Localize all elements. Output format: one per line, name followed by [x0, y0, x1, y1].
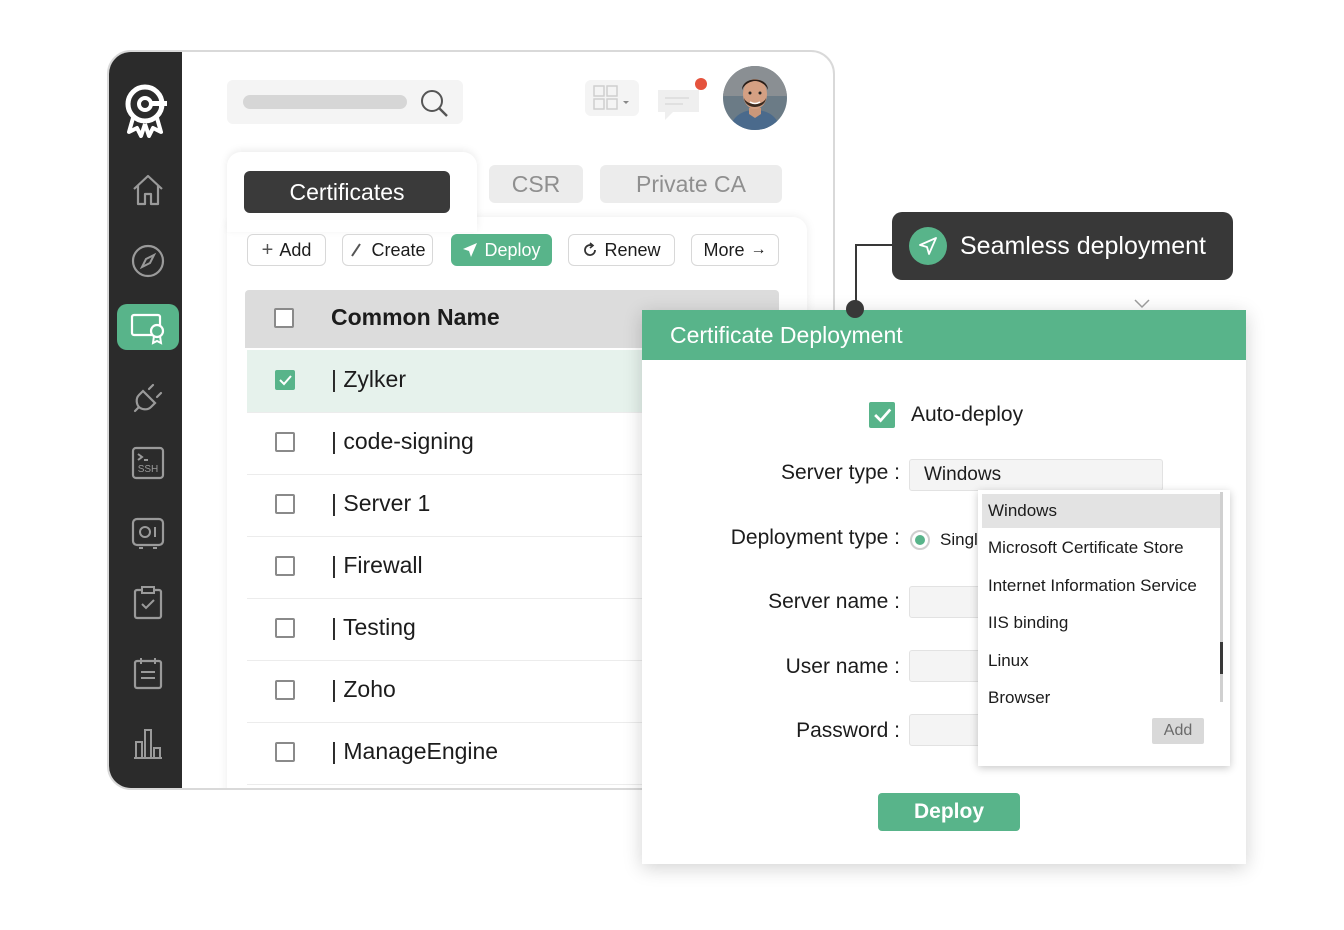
- sidebar-item-home[interactable]: [117, 167, 179, 213]
- avatar-image: [723, 66, 787, 130]
- bar-chart-icon: [134, 729, 162, 759]
- compass-icon: [131, 244, 165, 278]
- add-button-label: Add: [279, 239, 312, 260]
- row-checkbox[interactable]: [275, 432, 295, 452]
- search-placeholder-bar: [243, 95, 407, 109]
- row-checkbox[interactable]: [275, 680, 295, 700]
- check-icon: [279, 375, 292, 386]
- more-button[interactable]: More →: [691, 234, 779, 266]
- sidebar-item-tasks[interactable]: [117, 580, 179, 626]
- auto-deploy-checkbox[interactable]: [869, 402, 895, 428]
- tab-certificates[interactable]: Certificates: [244, 171, 450, 213]
- key-badge-logo-icon[interactable]: [123, 82, 169, 138]
- dropdown-add-button[interactable]: Add: [1152, 718, 1204, 744]
- column-header-common-name: Common Name: [331, 304, 500, 330]
- renew-button-label: Renew: [604, 239, 661, 260]
- dropdown-option[interactable]: Browser: [982, 681, 1222, 715]
- server-type-value: Windows: [924, 464, 1002, 485]
- deployment-type-radio[interactable]: [910, 530, 930, 550]
- dropdown-option[interactable]: Windows: [982, 494, 1222, 528]
- row-common-name: | code-signing: [331, 428, 474, 454]
- search-input[interactable]: [227, 80, 463, 124]
- feature-callout: Seamless deployment: [892, 212, 1233, 280]
- dropdown-option[interactable]: Internet Information Service: [982, 569, 1222, 603]
- device-icon: [131, 517, 165, 549]
- server-name-field[interactable]: [909, 586, 989, 618]
- row-common-name: | ManageEngine: [331, 738, 499, 764]
- deploy-toolbar-button[interactable]: Deploy: [451, 234, 552, 266]
- row-common-name: | Testing: [331, 614, 416, 640]
- refresh-icon: [584, 242, 597, 256]
- sidebar-item-devices[interactable]: [117, 510, 179, 556]
- dialog-title: Certificate Deployment: [642, 310, 1246, 360]
- plug-icon: [133, 383, 163, 413]
- pencil-icon: [351, 243, 362, 257]
- send-icon: [463, 243, 478, 257]
- notification-dot: [695, 78, 707, 90]
- server-type-select[interactable]: Windows: [909, 459, 1163, 491]
- password-label: Password :: [796, 719, 900, 742]
- callout-text: Seamless deployment: [960, 231, 1206, 260]
- deployment-type-value: Singl: [940, 530, 978, 549]
- callout-connector-dot: [846, 300, 864, 318]
- check-icon: [874, 408, 892, 423]
- add-button[interactable]: + Add: [247, 234, 326, 266]
- dropdown-option[interactable]: Linux: [982, 644, 1222, 678]
- auto-deploy-label: Auto-deploy: [911, 403, 1024, 426]
- password-field[interactable]: [909, 714, 989, 746]
- deploy-button[interactable]: Deploy: [878, 793, 1020, 831]
- grid-icon: [593, 85, 629, 110]
- server-type-dropdown: Windows Microsoft Certificate Store Inte…: [978, 490, 1230, 766]
- row-checkbox[interactable]: [275, 742, 295, 762]
- row-common-name: | Firewall: [331, 552, 423, 578]
- sidebar-item-explore[interactable]: [117, 238, 179, 284]
- select-all-checkbox[interactable]: [274, 308, 294, 328]
- tab-private-ca[interactable]: Private CA: [600, 165, 782, 203]
- apps-grid-button[interactable]: [585, 80, 639, 116]
- user-name-label: User name :: [785, 655, 900, 678]
- sidebar-item-schedule[interactable]: [117, 650, 179, 696]
- dropdown-scrollbar-thumb[interactable]: [1220, 642, 1223, 674]
- dropdown-option[interactable]: IIS binding: [982, 606, 1222, 640]
- row-common-name: | Server 1: [331, 490, 431, 516]
- certificate-deployment-dialog: Certificate Deployment Auto-deploy Serve…: [642, 299, 1246, 864]
- create-button[interactable]: Create: [342, 234, 433, 266]
- row-checkbox[interactable]: [275, 556, 295, 576]
- sidebar: SSH: [109, 52, 182, 788]
- renew-button[interactable]: Renew: [568, 234, 675, 266]
- clipboard-check-icon: [133, 586, 163, 620]
- row-common-name: | Zylker: [331, 366, 406, 392]
- certificate-icon: [130, 313, 165, 345]
- more-button-label: More: [703, 239, 745, 260]
- create-button-label: Create: [371, 239, 426, 260]
- server-name-label: Server name :: [768, 590, 900, 613]
- sidebar-item-integrations[interactable]: [117, 375, 179, 421]
- deployment-type-label: Deployment type :: [730, 526, 900, 549]
- home-icon: [133, 174, 163, 206]
- row-common-name: | Zoho: [331, 676, 396, 702]
- send-icon: [909, 227, 947, 265]
- user-name-field[interactable]: [909, 650, 989, 682]
- arrow-right-icon: →: [750, 241, 767, 258]
- server-type-label: Server type :: [780, 461, 900, 484]
- tab-csr[interactable]: CSR: [489, 165, 583, 203]
- callout-connector: [855, 244, 892, 310]
- sidebar-item-ssh[interactable]: SSH: [117, 440, 179, 486]
- sidebar-item-reports[interactable]: [117, 720, 179, 766]
- ssh-terminal-icon: SSH: [131, 446, 165, 480]
- row-checkbox[interactable]: [275, 370, 295, 390]
- plus-icon: +: [261, 238, 274, 261]
- deploy-toolbar-label: Deploy: [484, 239, 541, 260]
- svg-text:SSH: SSH: [138, 464, 159, 475]
- user-avatar[interactable]: [723, 66, 787, 130]
- calendar-list-icon: [133, 658, 163, 690]
- sidebar-item-certificates[interactable]: [117, 304, 179, 350]
- row-checkbox[interactable]: [275, 618, 295, 638]
- dropdown-option[interactable]: Microsoft Certificate Store: [982, 531, 1222, 565]
- row-checkbox[interactable]: [275, 494, 295, 514]
- search-icon[interactable]: [419, 88, 449, 118]
